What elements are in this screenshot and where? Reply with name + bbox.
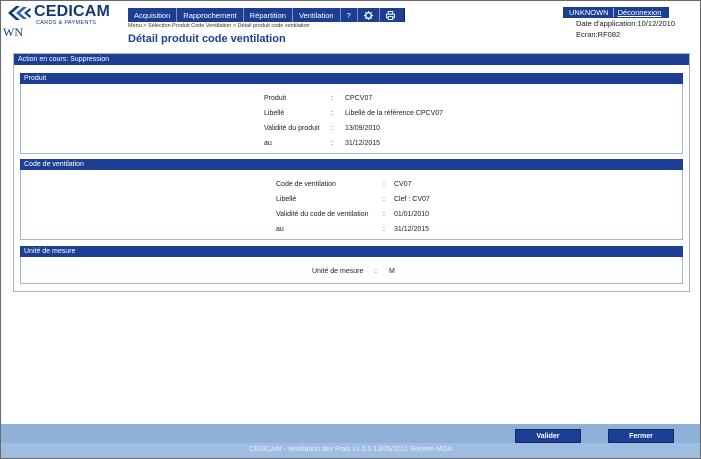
field-value: CV07 xyxy=(394,181,412,188)
field-value: M xyxy=(389,268,395,275)
brand-tagline: CARDS & PAYMENTS xyxy=(36,20,97,26)
user-name: UNKNOWN xyxy=(563,8,614,17)
field-label: Validité du code de ventilation xyxy=(276,211,369,218)
footer-version-text: CEDICAM - Ventilation des Frais v1.5.5 1… xyxy=(249,446,452,453)
field-separator: : xyxy=(331,125,333,132)
code-ventilation-panel: Code de ventilation Code de ventilation … xyxy=(20,159,683,240)
field-label: Code de ventilation xyxy=(276,181,336,188)
field-separator: : xyxy=(383,196,385,203)
menu-item-repartition[interactable]: Répartition xyxy=(244,8,293,22)
field-separator: : xyxy=(383,211,385,218)
field-value: 13/09/2010 xyxy=(345,125,381,132)
field-separator: : xyxy=(331,95,333,102)
menu-item-help[interactable]: ? xyxy=(341,8,358,22)
field-value: Libellé de la référence CPCV07 xyxy=(345,110,444,117)
field-separator: : xyxy=(331,110,333,117)
printer-icon xyxy=(386,10,396,20)
unite-section-title: Unité de mesure xyxy=(20,246,683,257)
brand-logo: CEDICAM CARDS & PAYMENTS xyxy=(6,3,124,42)
menu-item-ventilation[interactable]: Ventilation xyxy=(293,8,341,22)
unite-mesure-panel: Unité de mesure Unité de mesure : M xyxy=(20,246,683,284)
user-box: UNKNOWN Déconnexion xyxy=(563,7,669,18)
field-label: Libellé xyxy=(264,110,285,117)
action-bar: Action en cours: Suppression xyxy=(14,54,689,65)
settings-button[interactable] xyxy=(358,8,380,22)
footer: Valider Fermer CEDICAM - Ventilation des… xyxy=(1,424,700,458)
screen-code: Ecran:RF082 xyxy=(576,30,621,39)
cedicam-logo-icon xyxy=(8,6,31,20)
field-value: 01/01/2010 xyxy=(394,211,430,218)
application-date: Date d'application:10/12/2010 xyxy=(576,19,676,28)
field-separator: : xyxy=(331,140,333,147)
breadcrumb: Menu > Sélection Produit Code Ventilatio… xyxy=(128,23,310,29)
field-label: Unité de mesure xyxy=(312,268,364,275)
field-value: CPCV07 xyxy=(345,95,373,102)
print-button[interactable] xyxy=(380,8,402,22)
main-menu: Acquisition Rapprochement Répartition Ve… xyxy=(128,8,405,22)
field-separator: : xyxy=(383,181,385,188)
fermer-button[interactable]: Fermer xyxy=(608,429,674,443)
produit-panel: Produit Produit : CPCV07 Libellé : Libel… xyxy=(20,73,683,154)
valider-button[interactable]: Valider xyxy=(515,429,581,443)
code-section-title: Code de ventilation xyxy=(20,159,683,170)
gear-icon xyxy=(363,10,373,20)
page-title: Détail produit code ventilation xyxy=(128,33,286,45)
field-label: au xyxy=(264,140,272,147)
field-separator: : xyxy=(383,226,385,233)
field-label: Produit xyxy=(264,95,287,102)
field-value: Clef : CV07 xyxy=(394,196,430,203)
field-value: 31/12/2015 xyxy=(345,140,381,147)
field-value: 31/12/2015 xyxy=(394,226,430,233)
field-label: Libellé xyxy=(276,196,297,203)
menu-item-rapprochement[interactable]: Rapprochement xyxy=(177,8,244,22)
logout-link[interactable]: Déconnexion xyxy=(614,8,666,17)
field-label: Validité du produit xyxy=(264,125,320,132)
app-code: WN xyxy=(3,25,23,39)
produit-section-title: Produit xyxy=(20,73,683,84)
detail-frame: Action en cours: Suppression Produit Pro… xyxy=(13,53,690,292)
menu-item-acquisition[interactable]: Acquisition xyxy=(128,8,178,22)
field-label: au xyxy=(276,226,284,233)
brand-name: CEDICAM xyxy=(34,3,111,20)
field-separator: : xyxy=(375,268,377,275)
